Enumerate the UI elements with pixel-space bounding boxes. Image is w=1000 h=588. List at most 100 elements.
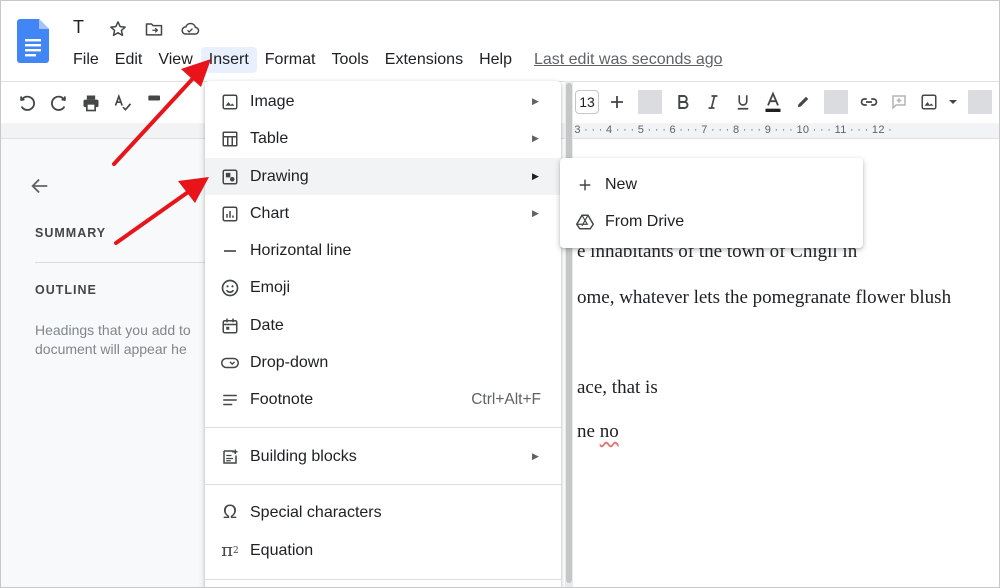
insert-image-icon[interactable] bbox=[917, 90, 941, 114]
horizontal-line-icon bbox=[220, 241, 240, 261]
sidebar-divider bbox=[35, 262, 205, 263]
star-icon[interactable] bbox=[107, 18, 129, 40]
spellcheck-icon[interactable] bbox=[111, 91, 135, 115]
menu-format[interactable]: Format bbox=[257, 47, 324, 73]
text-color-icon[interactable] bbox=[761, 90, 785, 114]
menu-edit[interactable]: Edit bbox=[107, 47, 151, 73]
toolbar-divider bbox=[638, 90, 662, 114]
building-blocks-icon bbox=[220, 447, 240, 467]
doc-text-line[interactable]: ace, that is bbox=[577, 377, 658, 399]
document-title[interactable]: T bbox=[73, 17, 84, 38]
menu-item-image[interactable]: Image ▶ bbox=[205, 83, 561, 120]
ruler-ticks: · 3 · · · 4 · · · 5 · · · 6 · · · 7 · · … bbox=[567, 124, 893, 136]
misspelled-word[interactable]: no bbox=[600, 421, 619, 442]
summary-label: SUMMARY bbox=[35, 226, 107, 240]
insert-menu: Image ▶ Table ▶ Drawing ▶ Chart ▶ Horizo… bbox=[205, 81, 561, 587]
menu-item-drawing[interactable]: Drawing ▶ bbox=[205, 158, 561, 195]
redo-icon[interactable] bbox=[47, 91, 71, 115]
submenu-arrow-icon: ▶ bbox=[532, 208, 539, 218]
last-edit-link[interactable]: Last edit was seconds ago bbox=[534, 51, 723, 69]
submenu-item-label: New bbox=[605, 175, 638, 193]
plus-icon[interactable] bbox=[605, 90, 629, 114]
menu-divider bbox=[205, 484, 561, 485]
menu-item-label: Drawing bbox=[250, 167, 309, 185]
paint-format-icon[interactable] bbox=[143, 91, 167, 115]
menu-item-label: Horizontal line bbox=[250, 241, 352, 259]
emoji-icon bbox=[220, 278, 240, 298]
plus-icon bbox=[575, 175, 595, 195]
image-icon bbox=[220, 92, 240, 112]
back-arrow-icon[interactable] bbox=[29, 175, 51, 197]
drawing-submenu: New From Drive bbox=[560, 158, 863, 248]
submenu-item-from-drive[interactable]: From Drive bbox=[560, 203, 863, 240]
shortcut-text: Ctrl+Alt+F bbox=[471, 390, 541, 408]
outline-hint-line: document will appear he bbox=[35, 341, 187, 357]
menu-item-chart[interactable]: Chart ▶ bbox=[205, 195, 561, 232]
font-size-input[interactable]: 13 bbox=[575, 90, 599, 114]
menu-item-equation[interactable]: π2 Equation bbox=[205, 532, 561, 569]
menu-item-label: Date bbox=[250, 316, 284, 334]
docs-logo-icon[interactable] bbox=[17, 19, 49, 63]
menu-item-drop-down[interactable]: Drop-down bbox=[205, 344, 561, 381]
menu-item-label: Drop-down bbox=[250, 353, 329, 371]
table-icon bbox=[220, 129, 240, 149]
menu-item-label: Footnote bbox=[250, 390, 314, 408]
move-folder-icon[interactable] bbox=[143, 18, 165, 40]
add-comment-icon[interactable] bbox=[887, 90, 911, 114]
link-icon[interactable] bbox=[857, 90, 881, 114]
date-icon bbox=[220, 316, 240, 336]
menu-item-date[interactable]: Date bbox=[205, 307, 561, 344]
menu-insert[interactable]: Insert bbox=[200, 47, 257, 73]
menu-divider bbox=[205, 427, 561, 428]
doc-text-fragment: ne bbox=[577, 421, 600, 442]
undo-icon[interactable] bbox=[15, 91, 39, 115]
menu-item-horizontal-line[interactable]: Horizontal line bbox=[205, 232, 561, 269]
outline-label: OUTLINE bbox=[35, 283, 97, 297]
menu-tools[interactable]: Tools bbox=[323, 47, 376, 73]
submenu-arrow-icon: ▶ bbox=[532, 171, 539, 181]
menu-bar: File Edit View Insert Format Tools Exten… bbox=[65, 45, 723, 75]
submenu-arrow-icon: ▶ bbox=[532, 133, 539, 143]
menu-file[interactable]: File bbox=[65, 47, 107, 73]
footnote-icon bbox=[220, 390, 240, 410]
menu-item-label: Special characters bbox=[250, 503, 382, 521]
toolbar-divider bbox=[968, 90, 992, 114]
cloud-status-icon[interactable] bbox=[179, 18, 201, 40]
menu-item-label: Building blocks bbox=[250, 447, 357, 465]
menu-item-building-blocks[interactable]: Building blocks ▶ bbox=[205, 438, 561, 475]
menu-item-label: Emoji bbox=[250, 278, 291, 296]
toolbar-divider bbox=[824, 90, 848, 114]
app-window: T File Edit View Insert Format Tools Ext… bbox=[0, 0, 1000, 588]
print-icon[interactable] bbox=[79, 91, 103, 115]
menu-item-footnote[interactable]: Footnote Ctrl+Alt+F bbox=[205, 381, 561, 418]
submenu-arrow-icon: ▶ bbox=[532, 96, 539, 106]
underline-icon[interactable] bbox=[731, 90, 755, 114]
dropdown-chip-icon bbox=[220, 353, 240, 373]
menu-item-label: Table bbox=[250, 129, 289, 147]
drive-icon bbox=[575, 212, 595, 232]
doc-text-line[interactable]: ne no bbox=[577, 421, 619, 443]
chevron-down-icon[interactable] bbox=[947, 90, 959, 114]
menu-divider bbox=[205, 579, 561, 580]
menu-item-label: Image bbox=[250, 92, 295, 110]
menu-item-table[interactable]: Table ▶ bbox=[205, 120, 561, 157]
italic-icon[interactable] bbox=[701, 90, 725, 114]
menu-item-special-characters[interactable]: Ω Special characters bbox=[205, 494, 561, 531]
menu-help[interactable]: Help bbox=[471, 47, 520, 73]
pi-icon: π2 bbox=[221, 540, 239, 561]
menu-item-label: Equation bbox=[250, 541, 314, 559]
menu-item-emoji[interactable]: Emoji bbox=[205, 269, 561, 306]
menu-extensions[interactable]: Extensions bbox=[377, 47, 471, 73]
chart-icon bbox=[220, 204, 240, 224]
doc-text-line[interactable]: ome, whatever lets the pomegranate flowe… bbox=[577, 287, 951, 309]
drawing-icon bbox=[220, 167, 240, 187]
menu-view[interactable]: View bbox=[150, 47, 200, 73]
bold-icon[interactable] bbox=[671, 90, 695, 114]
submenu-arrow-icon: ▶ bbox=[532, 451, 539, 461]
outline-hint: Headings that you add to document will a… bbox=[35, 321, 207, 359]
highlight-icon[interactable] bbox=[791, 90, 815, 114]
submenu-item-new[interactable]: New bbox=[560, 166, 863, 203]
submenu-item-label: From Drive bbox=[605, 212, 685, 230]
omega-icon: Ω bbox=[222, 501, 238, 523]
outline-hint-line: Headings that you add to bbox=[35, 322, 191, 338]
